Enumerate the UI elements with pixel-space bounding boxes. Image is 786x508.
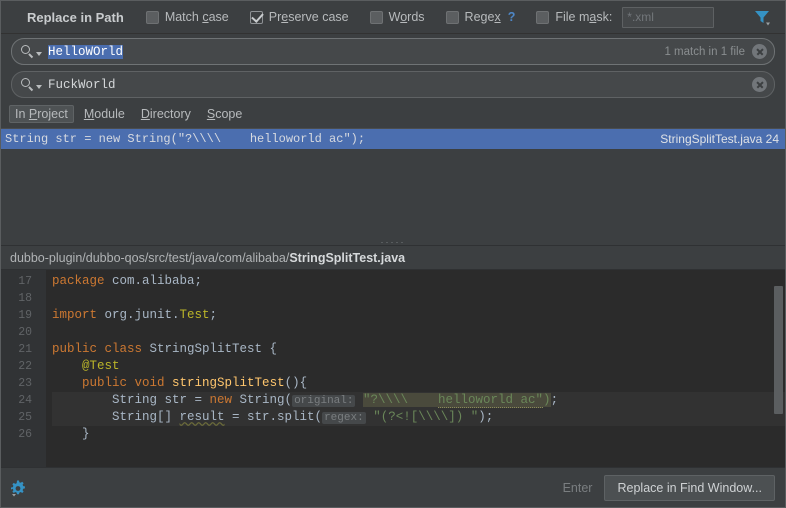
replace-in-find-window-button[interactable]: Replace in Find Window... <box>604 474 775 501</box>
line-number: 21 <box>18 343 32 356</box>
breadcrumb: dubbo-plugin/dubbo-qos/src/test/java/com… <box>1 246 785 270</box>
words-label: Words <box>388 10 425 24</box>
search-results-list[interactable]: String str = new String("?\\\\ helloworl… <box>1 128 785 239</box>
table-row[interactable]: String str = new String("?\\\\ helloworl… <box>1 129 785 149</box>
checkbox-file-mask[interactable]: File mask: <box>536 6 715 28</box>
inlay-hint-regex: regex: <box>322 412 366 424</box>
search-field[interactable]: HelloWOrld 1 match in 1 file <box>11 38 775 65</box>
regex-label: Regex <box>464 10 501 24</box>
dialog-header: Replace in Path Match case Preserve case… <box>1 1 785 34</box>
regex-checkbox-box[interactable] <box>445 10 459 24</box>
gear-icon[interactable] <box>9 479 27 497</box>
checkbox-match-case[interactable]: Match case <box>145 10 229 24</box>
file-mask-label: File mask: <box>555 10 613 24</box>
code-line-25: String[] result = str.split(regex: "(?<!… <box>52 409 785 426</box>
search-clear-icon[interactable] <box>752 44 767 59</box>
code-line-17: package com.alibaba; <box>52 274 203 288</box>
dialog-footer: Enter Replace in Find Window... <box>1 467 785 507</box>
file-mask-checkbox-box[interactable] <box>536 10 550 24</box>
replace-field[interactable]: FuckWorld <box>11 71 775 98</box>
preserve-case-checkbox-box[interactable] <box>249 10 263 24</box>
search-history-chevron-down-icon[interactable] <box>36 51 42 56</box>
scope-selector: In Project Module Directory Scope <box>1 98 785 128</box>
regex-help-icon[interactable]: ? <box>508 10 516 24</box>
search-input[interactable]: HelloWOrld <box>48 44 664 59</box>
scope-item-in-project[interactable]: In Project <box>9 105 74 123</box>
code-line-22: @Test <box>82 359 120 373</box>
replace-clear-icon[interactable] <box>752 77 767 92</box>
inlay-hint-original: original: <box>292 395 356 407</box>
line-number: 19 <box>18 309 32 322</box>
panel-splitter[interactable]: ····· <box>1 237 785 247</box>
words-checkbox-box[interactable] <box>369 10 383 24</box>
line-number: 26 <box>18 428 32 441</box>
enter-shortcut-hint: Enter <box>562 480 593 495</box>
replace-search-icon <box>20 77 35 92</box>
scope-item-directory[interactable]: Directory <box>135 105 197 123</box>
vertical-scrollbar[interactable] <box>774 286 783 414</box>
search-field-row: HelloWOrld 1 match in 1 file <box>1 34 785 65</box>
dialog-title: Replace in Path <box>27 9 124 25</box>
code-line-19: import org.junit.Test; <box>52 308 218 322</box>
replace-input[interactable]: FuckWorld <box>48 78 752 92</box>
result-match-highlight: helloworld <box>249 132 322 146</box>
code-line-24: String str = new String(original: "?\\\\… <box>52 392 785 409</box>
line-number: 25 <box>18 411 32 424</box>
breadcrumb-filename: StringSplitTest.java <box>289 250 406 265</box>
line-number: 18 <box>18 292 32 305</box>
replace-field-row: FuckWorld <box>1 65 785 98</box>
match-count-label: 1 match in 1 file <box>664 45 745 58</box>
scope-item-module[interactable]: Module <box>78 105 131 123</box>
checkbox-words[interactable]: Words <box>369 10 425 24</box>
search-icon <box>20 44 35 59</box>
breadcrumb-directory: dubbo-plugin/dubbo-qos/src/test/java/com… <box>10 250 290 265</box>
replace-in-path-dialog: Replace in Path Match case Preserve case… <box>0 0 786 508</box>
result-code-suffix: ac"); <box>321 132 366 146</box>
match-case-label: Match case <box>164 10 229 24</box>
preserve-case-label: Preserve case <box>268 10 349 24</box>
splitter-handle: ····· <box>380 237 406 247</box>
line-number: 17 <box>18 275 32 288</box>
code-line-21: public class StringSplitTest { <box>52 342 278 356</box>
code-line-26: } <box>52 427 90 441</box>
line-number-gutter: 17 18 19 20 21 22 23 24 25 26 <box>1 270 46 467</box>
line-number: 23 <box>18 377 32 390</box>
line-number: 20 <box>18 326 32 339</box>
search-input-value: HelloWOrld <box>48 44 124 59</box>
scope-item-scope[interactable]: Scope <box>201 105 248 123</box>
code-line-23: public void stringSplitTest(){ <box>82 376 308 390</box>
result-code-prefix: String str = new String("?\\\\ <box>5 132 250 146</box>
line-number: 24 <box>18 394 32 407</box>
code-preview[interactable]: 17 18 19 20 21 22 23 24 25 26 package co… <box>1 270 785 467</box>
checkbox-regex[interactable]: Regex ? <box>445 10 516 24</box>
filter-funnel-icon[interactable] <box>753 8 771 26</box>
code-text-area[interactable]: package com.alibaba; import org.junit.Te… <box>46 270 785 467</box>
file-mask-input[interactable] <box>622 6 715 28</box>
line-number: 22 <box>18 360 32 373</box>
checkbox-preserve-case[interactable]: Preserve case <box>249 10 349 24</box>
result-file-location: StringSplitTest.java 24 <box>660 132 779 146</box>
match-case-checkbox-box[interactable] <box>145 10 159 24</box>
replace-history-chevron-down-icon[interactable] <box>36 84 42 89</box>
